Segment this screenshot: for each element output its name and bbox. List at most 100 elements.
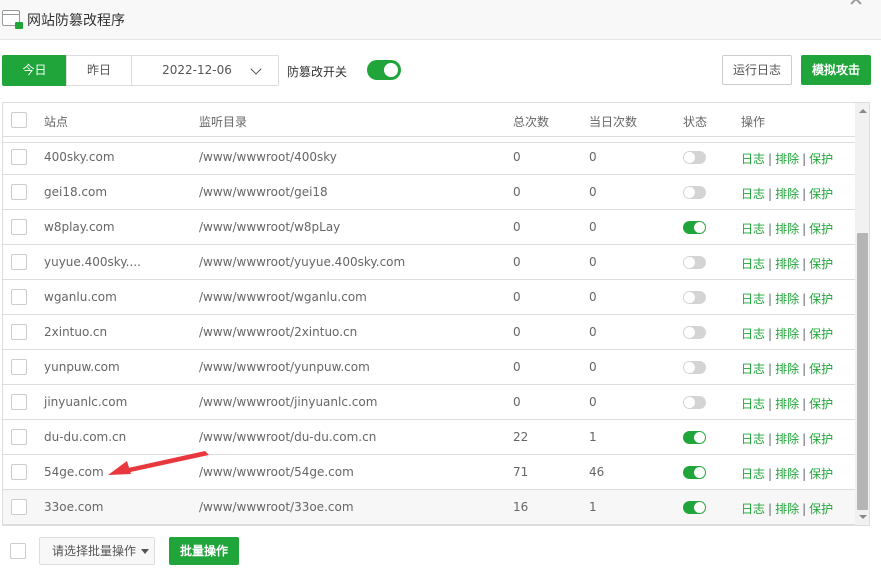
today-count: 0 (589, 150, 597, 164)
status-toggle[interactable] (683, 291, 706, 304)
log-link[interactable]: 日志 (741, 152, 765, 166)
status-toggle[interactable] (683, 221, 706, 234)
exclude-link[interactable]: 排除 (775, 152, 799, 166)
status-toggle[interactable] (683, 501, 706, 514)
row-checkbox[interactable] (11, 394, 27, 410)
scroll-up-icon[interactable] (859, 109, 867, 113)
table-row: 400sky.com/www/wwwroot/400sky 0 0 日志 | 排除 | 保护 (3, 140, 855, 175)
row-checkbox[interactable] (11, 464, 27, 480)
protect-link[interactable]: 保护 (809, 432, 833, 446)
watch-dir: /www/wwwroot/yuyue.400sky.com (199, 255, 406, 269)
protect-link[interactable]: 保护 (809, 257, 833, 271)
protect-link[interactable]: 保护 (809, 502, 833, 516)
protect-link[interactable]: 保护 (809, 187, 833, 201)
op-separator: | (802, 467, 807, 481)
watch-dir: /www/wwwroot/54ge.com (199, 465, 354, 479)
status-toggle[interactable] (683, 431, 706, 444)
header-dir: 监听目录 (199, 115, 248, 129)
op-separator: | (802, 327, 807, 341)
row-checkbox[interactable] (11, 289, 27, 305)
simulate-attack-button[interactable]: 模拟攻击 (801, 55, 871, 85)
tab-today[interactable]: 今日 (2, 55, 67, 86)
log-link[interactable]: 日志 (741, 467, 765, 481)
site-name: 400sky.com (44, 150, 115, 164)
batch-select-value: 请选择批量操作 (52, 544, 137, 558)
site-name: du-du.com.cn (44, 430, 127, 444)
row-checkbox[interactable] (11, 254, 27, 270)
status-toggle[interactable] (683, 326, 706, 339)
protect-link[interactable]: 保护 (809, 362, 833, 376)
exclude-link[interactable]: 排除 (775, 327, 799, 341)
protect-link[interactable]: 保护 (809, 467, 833, 481)
date-picker[interactable]: 2022-12-06 (131, 55, 279, 86)
log-link[interactable]: 日志 (741, 362, 765, 376)
row-actions: 日志|排除|保护 (741, 185, 833, 202)
run-log-button[interactable]: 运行日志 (722, 55, 792, 85)
status-toggle[interactable] (683, 256, 706, 269)
status-toggle[interactable] (683, 186, 706, 199)
protect-link[interactable]: 保护 (809, 292, 833, 306)
exclude-link[interactable]: 排除 (775, 502, 799, 516)
exclude-link[interactable]: 排除 (775, 222, 799, 236)
row-checkbox[interactable] (11, 149, 27, 165)
log-link[interactable]: 日志 (741, 327, 765, 341)
site-name: wganlu.com (44, 290, 117, 304)
log-link[interactable]: 日志 (741, 222, 765, 236)
exclude-link[interactable]: 排除 (775, 397, 799, 411)
total-count: 0 (513, 325, 521, 339)
log-link[interactable]: 日志 (741, 257, 765, 271)
footer-select-all-checkbox[interactable] (10, 543, 26, 559)
total-count: 0 (513, 290, 521, 304)
status-toggle[interactable] (683, 396, 706, 409)
tamper-switch-toggle[interactable] (367, 60, 401, 80)
batch-operation-button[interactable]: 批量操作 (169, 537, 239, 565)
protect-link[interactable]: 保护 (809, 152, 833, 166)
table-scrollbar[interactable] (855, 103, 869, 525)
exclude-link[interactable]: 排除 (775, 432, 799, 446)
row-checkbox[interactable] (11, 184, 27, 200)
op-separator: | (768, 152, 773, 166)
row-actions: 日志|排除|保护 (741, 325, 833, 342)
row-checkbox[interactable] (11, 499, 27, 515)
protect-link[interactable]: 保护 (809, 397, 833, 411)
row-checkbox[interactable] (11, 324, 27, 340)
protect-link[interactable]: 保护 (809, 327, 833, 341)
site-name: jinyuanlc.com (44, 395, 128, 409)
table-row: 33oe.com/www/wwwroot/33oe.com 16 1 日志 | 排除 | 保护 (3, 490, 855, 525)
exclude-link[interactable]: 排除 (775, 257, 799, 271)
exclude-link[interactable]: 排除 (775, 187, 799, 201)
tab-yesterday[interactable]: 昨日 (66, 55, 132, 86)
site-name: w8play.com (44, 220, 115, 234)
exclude-link[interactable]: 排除 (775, 467, 799, 481)
today-count: 46 (589, 465, 605, 479)
exclude-link[interactable]: 排除 (775, 292, 799, 306)
scroll-down-icon[interactable] (859, 515, 867, 519)
protect-link[interactable]: 保护 (809, 222, 833, 236)
row-checkbox[interactable] (11, 219, 27, 235)
row-checkbox[interactable] (11, 359, 27, 375)
caret-down-icon (141, 549, 149, 554)
date-value: 2022-12-06 (162, 63, 232, 77)
op-separator: | (768, 187, 773, 201)
row-checkbox[interactable] (11, 429, 27, 445)
select-all-checkbox[interactable] (11, 112, 27, 128)
watch-dir: /www/wwwroot/wganlu.com (199, 290, 367, 304)
batch-operation-select[interactable]: 请选择批量操作 (39, 537, 155, 565)
op-separator: | (768, 327, 773, 341)
log-link[interactable]: 日志 (741, 502, 765, 516)
total-count: 71 (513, 465, 529, 479)
log-link[interactable]: 日志 (741, 397, 765, 411)
close-icon[interactable] (849, 0, 863, 6)
total-count: 0 (513, 255, 521, 269)
status-toggle[interactable] (683, 361, 706, 374)
log-link[interactable]: 日志 (741, 432, 765, 446)
status-toggle[interactable] (683, 151, 706, 164)
op-separator: | (802, 362, 807, 376)
log-link[interactable]: 日志 (741, 292, 765, 306)
status-toggle[interactable] (683, 466, 706, 479)
header-op: 操作 (741, 115, 766, 129)
log-link[interactable]: 日志 (741, 187, 765, 201)
table-row: w8play.com/www/wwwroot/w8pLay 0 0 日志 | 排除 | 保护 (3, 210, 855, 245)
scroll-thumb[interactable] (857, 233, 868, 510)
exclude-link[interactable]: 排除 (775, 362, 799, 376)
